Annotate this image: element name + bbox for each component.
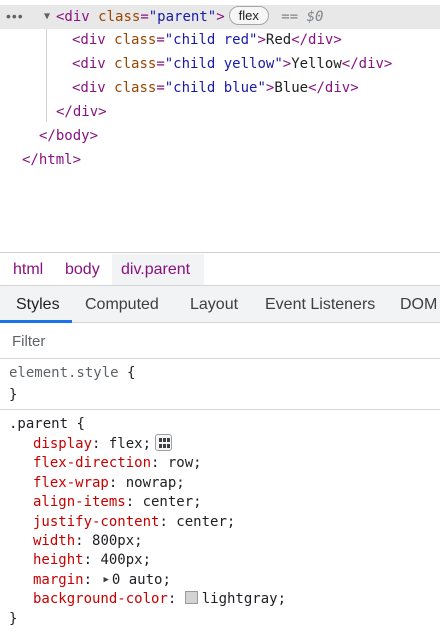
attr-name: class	[114, 56, 157, 72]
tag-close: >	[257, 32, 266, 48]
attr-value: "child yellow"	[164, 56, 283, 72]
end-tag: </div>	[291, 32, 342, 48]
css-property-value[interactable]: row	[168, 455, 193, 471]
tree-guide-line	[46, 29, 47, 122]
parent-rule-close: }	[9, 611, 18, 627]
css-property-name[interactable]: flex-wrap	[33, 475, 109, 491]
elements-dom-tree: ••• ▼ <div class="parent"> flex == $0 <div…	[0, 0, 440, 252]
css-declaration[interactable]: margin: ▶ 0 auto;	[33, 570, 171, 590]
tag-open: <div	[72, 56, 106, 72]
css-property-value[interactable]: center	[143, 494, 194, 510]
dom-node-child-yellow[interactable]: <div class="child yellow">Yellow</div>	[72, 52, 392, 76]
css-declaration[interactable]: flex-direction: row;	[33, 453, 202, 473]
expand-shorthand-icon[interactable]: ▶	[103, 570, 108, 590]
css-declaration[interactable]: flex-wrap: nowrap;	[33, 473, 185, 493]
tag-open: <div	[56, 9, 90, 25]
css-property-value[interactable]: flex	[109, 436, 143, 452]
css-property-name[interactable]: width	[33, 533, 75, 549]
css-declaration[interactable]: height: 400px;	[33, 550, 151, 570]
css-property-value[interactable]: nowrap	[126, 475, 177, 491]
tab-layout[interactable]: Layout	[190, 296, 238, 314]
end-tag: </div>	[308, 80, 359, 96]
css-declaration[interactable]: align-items: center;	[33, 492, 202, 512]
css-declaration[interactable]: background-color: lightgray;	[33, 589, 286, 609]
open-brace: {	[76, 416, 85, 432]
css-property-name[interactable]: display	[33, 436, 92, 452]
tag-close: >	[216, 9, 225, 25]
dom-node-div-parent[interactable]: ▼ <div class="parent"> flex == $0	[44, 5, 323, 29]
selector-text: .parent	[9, 416, 69, 432]
css-property-value[interactable]: center	[176, 514, 227, 530]
selector-text: element.style	[9, 365, 119, 381]
more-actions-icon[interactable]: •••	[6, 5, 24, 29]
dom-node-child-blue[interactable]: <div class="child blue">Blue</div>	[72, 76, 359, 100]
tag-close: >	[282, 56, 292, 72]
attr-name: class	[114, 32, 157, 48]
breadcrumb-item-html[interactable]: html	[13, 261, 43, 279]
dom-node-close-html[interactable]: </html>	[22, 148, 81, 172]
node-text: Blue	[274, 80, 309, 96]
attr-value: "child blue"	[164, 80, 266, 96]
parent-rule-selector[interactable]: .parent {	[9, 414, 85, 434]
node-text: Yellow	[291, 56, 342, 72]
element-style-selector[interactable]: element.style {	[9, 363, 135, 383]
tag-open: <div	[72, 80, 106, 96]
css-property-name[interactable]: margin	[33, 572, 84, 588]
breadcrumb-item-div-parent[interactable]: div.parent	[121, 261, 190, 279]
color-swatch-icon[interactable]	[184, 591, 198, 605]
filter-input[interactable]	[4, 328, 436, 354]
css-property-value[interactable]: 400px	[100, 552, 142, 568]
css-declaration[interactable]: width: 800px;	[33, 531, 143, 551]
attr-value: "parent"	[148, 9, 217, 25]
css-property-value[interactable]: lightgray	[202, 591, 278, 607]
css-property-value[interactable]: 0 auto	[112, 572, 163, 588]
attr-value: "child red"	[164, 32, 258, 48]
end-tag: </div>	[341, 56, 393, 72]
css-declaration[interactable]: display: flex;	[33, 434, 173, 454]
dom-node-close-body[interactable]: </body>	[39, 124, 98, 148]
attr-name: class	[114, 80, 157, 96]
element-style-close: }	[9, 387, 18, 403]
tag-open: <div	[72, 32, 106, 48]
flexbox-editor-icon[interactable]	[155, 434, 173, 451]
rule-divider	[0, 409, 440, 410]
css-declaration[interactable]: justify-content: center;	[33, 512, 235, 532]
node-text: Red	[265, 32, 292, 48]
filter-bar	[0, 323, 440, 359]
collapse-arrow-icon[interactable]: ▼	[44, 5, 56, 29]
css-property-name[interactable]: justify-content	[33, 514, 159, 530]
dom-node-child-red[interactable]: <div class="child red">Red</div>	[72, 28, 342, 52]
tab-event-listeners[interactable]: Event Listeners	[265, 296, 375, 314]
tab-dom[interactable]: DOM	[400, 296, 437, 314]
tab-computed[interactable]: Computed	[85, 296, 159, 314]
css-property-name[interactable]: height	[33, 552, 84, 568]
css-property-name[interactable]: align-items	[33, 494, 126, 510]
flex-badge[interactable]: flex	[228, 6, 269, 25]
css-property-name[interactable]: background-color	[33, 591, 168, 607]
css-property-value[interactable]: 800px	[92, 533, 134, 549]
dom-node-close-div[interactable]: </div>	[56, 100, 107, 124]
open-brace: {	[127, 365, 136, 381]
console-ref-marker: == $0	[281, 9, 324, 25]
css-property-name[interactable]: flex-direction	[33, 455, 151, 471]
tab-styles[interactable]: Styles	[16, 296, 60, 314]
breadcrumb-item-body[interactable]: body	[65, 261, 100, 279]
sidebar-tabs: Styles Computed Layout Event Listeners D…	[0, 285, 440, 323]
breadcrumb: html body div.parent	[0, 252, 440, 286]
attr-name: class	[98, 9, 141, 25]
